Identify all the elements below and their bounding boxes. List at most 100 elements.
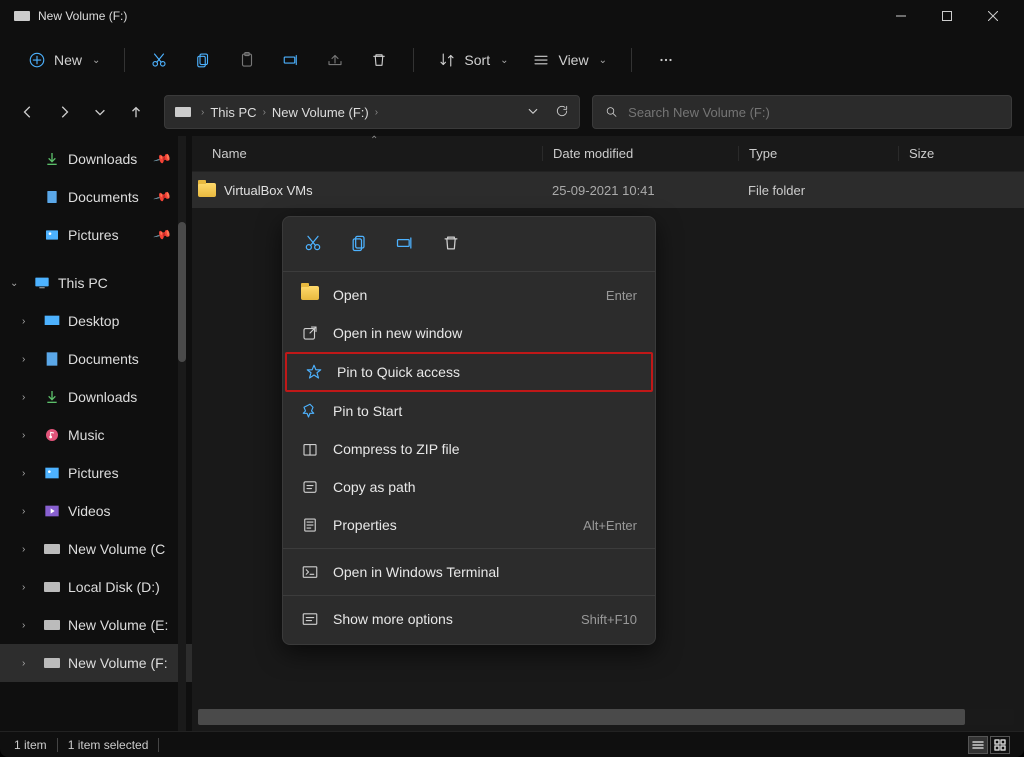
rename-icon[interactable] xyxy=(395,233,415,258)
ctx-pin-quick-access[interactable]: Pin to Quick access xyxy=(285,352,653,392)
ctx-label: Compress to ZIP file xyxy=(333,441,460,457)
delete-icon[interactable] xyxy=(441,233,461,258)
sidebar-item-videos[interactable]: ›Videos xyxy=(0,492,192,530)
chevron-right-icon: › xyxy=(201,107,204,118)
sidebar-item-label: Documents xyxy=(68,189,139,205)
pc-icon xyxy=(34,275,50,291)
ctx-label: Show more options xyxy=(333,611,453,627)
sidebar-item-volume-f[interactable]: › New Volume (F: xyxy=(0,644,192,682)
sidebar-item-volume-c[interactable]: › New Volume (C xyxy=(0,530,192,568)
share-button[interactable] xyxy=(315,42,355,78)
more-button[interactable] xyxy=(646,42,686,78)
ctx-properties[interactable]: Properties Alt+Enter xyxy=(283,506,655,544)
music-icon xyxy=(44,427,60,443)
rename-button[interactable] xyxy=(271,42,311,78)
breadcrumb-volume[interactable]: New Volume (F:) xyxy=(272,105,369,120)
separator xyxy=(57,738,58,752)
forward-button[interactable] xyxy=(54,102,74,122)
ctx-label: Open in new window xyxy=(333,325,462,341)
sidebar-item-volume-d[interactable]: ›Local Disk (D:) xyxy=(0,568,192,606)
col-type[interactable]: Type xyxy=(738,146,898,161)
separator xyxy=(158,738,159,752)
chevron-down-icon[interactable]: ⌄ xyxy=(10,278,18,289)
chevron-right-icon[interactable]: › xyxy=(22,582,25,593)
sidebar-item-desktop[interactable]: ›Desktop xyxy=(0,302,192,340)
search-icon xyxy=(605,105,618,119)
chevron-right-icon[interactable]: › xyxy=(22,506,25,517)
new-button[interactable]: New ⌄ xyxy=(18,42,110,78)
context-menu: Open Enter Open in new window Pin to Qui… xyxy=(282,216,656,645)
chevron-right-icon[interactable]: › xyxy=(22,620,25,631)
breadcrumb-pc[interactable]: This PC xyxy=(210,105,256,120)
address-bar[interactable]: › This PC › New Volume (F:) › xyxy=(164,95,580,129)
sidebar-item-label: New Volume (F: xyxy=(68,655,168,671)
file-date: 25-09-2021 10:41 xyxy=(542,183,738,198)
chevron-right-icon[interactable]: › xyxy=(22,468,25,479)
separator xyxy=(124,48,125,72)
sidebar-scrollbar-thumb[interactable] xyxy=(178,222,186,362)
horizontal-scrollbar[interactable] xyxy=(198,709,1014,725)
recent-button[interactable] xyxy=(90,102,110,122)
file-row[interactable]: VirtualBox VMs 25-09-2021 10:41 File fol… xyxy=(192,172,1024,208)
close-button[interactable] xyxy=(970,0,1016,32)
search-input[interactable] xyxy=(628,105,999,120)
maximize-button[interactable] xyxy=(924,0,970,32)
separator xyxy=(283,271,655,272)
search-bar[interactable] xyxy=(592,95,1012,129)
col-size[interactable]: Size xyxy=(898,146,1024,161)
chevron-right-icon[interactable]: › xyxy=(22,658,25,669)
col-date[interactable]: Date modified xyxy=(542,146,738,161)
ctx-copy-path[interactable]: Copy as path xyxy=(283,468,655,506)
chevron-right-icon[interactable]: › xyxy=(22,430,25,441)
address-dropdown[interactable] xyxy=(527,105,539,120)
col-name[interactable]: Name xyxy=(192,146,542,161)
minimize-button[interactable] xyxy=(878,0,924,32)
sidebar-item-label: This PC xyxy=(58,275,108,291)
thumbnails-view-button[interactable] xyxy=(990,736,1010,754)
sidebar-item-volume-e[interactable]: ›New Volume (E: xyxy=(0,606,192,644)
sidebar-item-downloads2[interactable]: ›Downloads xyxy=(0,378,192,416)
drive-icon xyxy=(175,107,191,117)
delete-button[interactable] xyxy=(359,42,399,78)
shortcut: Alt+Enter xyxy=(583,518,637,533)
sort-indicator-icon: ⌃ xyxy=(370,135,378,146)
ctx-open-terminal[interactable]: Open in Windows Terminal xyxy=(283,553,655,591)
chevron-right-icon[interactable]: › xyxy=(22,316,25,327)
cut-button[interactable] xyxy=(139,42,179,78)
ctx-open[interactable]: Open Enter xyxy=(283,276,655,314)
cut-icon[interactable] xyxy=(303,233,323,258)
chevron-right-icon[interactable]: › xyxy=(22,392,25,403)
up-button[interactable] xyxy=(126,102,146,122)
nav-buttons xyxy=(12,102,152,122)
details-view-button[interactable] xyxy=(968,736,988,754)
file-name: VirtualBox VMs xyxy=(224,183,313,198)
nav-row: › This PC › New Volume (F:) › xyxy=(0,88,1024,136)
sidebar-item-downloads[interactable]: Downloads 📌 xyxy=(0,140,192,178)
ctx-compress-zip[interactable]: Compress to ZIP file xyxy=(283,430,655,468)
ctx-show-more[interactable]: Show more options Shift+F10 xyxy=(283,600,655,638)
scrollbar-thumb[interactable] xyxy=(198,709,965,725)
toolbar: New ⌄ Sort ⌄ View ⌄ xyxy=(0,32,1024,88)
downloads-icon xyxy=(44,389,60,405)
chevron-right-icon[interactable]: › xyxy=(22,544,25,555)
ctx-pin-start[interactable]: Pin to Start xyxy=(283,392,655,430)
sidebar-item-documents[interactable]: Documents 📌 xyxy=(0,178,192,216)
back-button[interactable] xyxy=(18,102,38,122)
sort-button[interactable]: Sort ⌄ xyxy=(428,42,518,78)
chevron-right-icon[interactable]: › xyxy=(22,354,25,365)
view-button[interactable]: View ⌄ xyxy=(522,42,616,78)
sidebar-item-documents2[interactable]: ›Documents xyxy=(0,340,192,378)
sidebar-item-label: Downloads xyxy=(68,151,137,167)
copy-button[interactable] xyxy=(183,42,223,78)
sidebar-item-music[interactable]: ›Music xyxy=(0,416,192,454)
documents-icon xyxy=(44,351,60,367)
separator xyxy=(283,548,655,549)
copy-icon[interactable] xyxy=(349,233,369,258)
refresh-button[interactable] xyxy=(555,104,569,121)
paste-button[interactable] xyxy=(227,42,267,78)
sidebar-item-this-pc[interactable]: ⌄ This PC xyxy=(0,264,192,302)
sidebar-item-label: New Volume (C xyxy=(68,541,165,557)
ctx-open-new-window[interactable]: Open in new window xyxy=(283,314,655,352)
sidebar-item-pictures[interactable]: Pictures 📌 xyxy=(0,216,192,254)
sidebar-item-pictures2[interactable]: ›Pictures xyxy=(0,454,192,492)
